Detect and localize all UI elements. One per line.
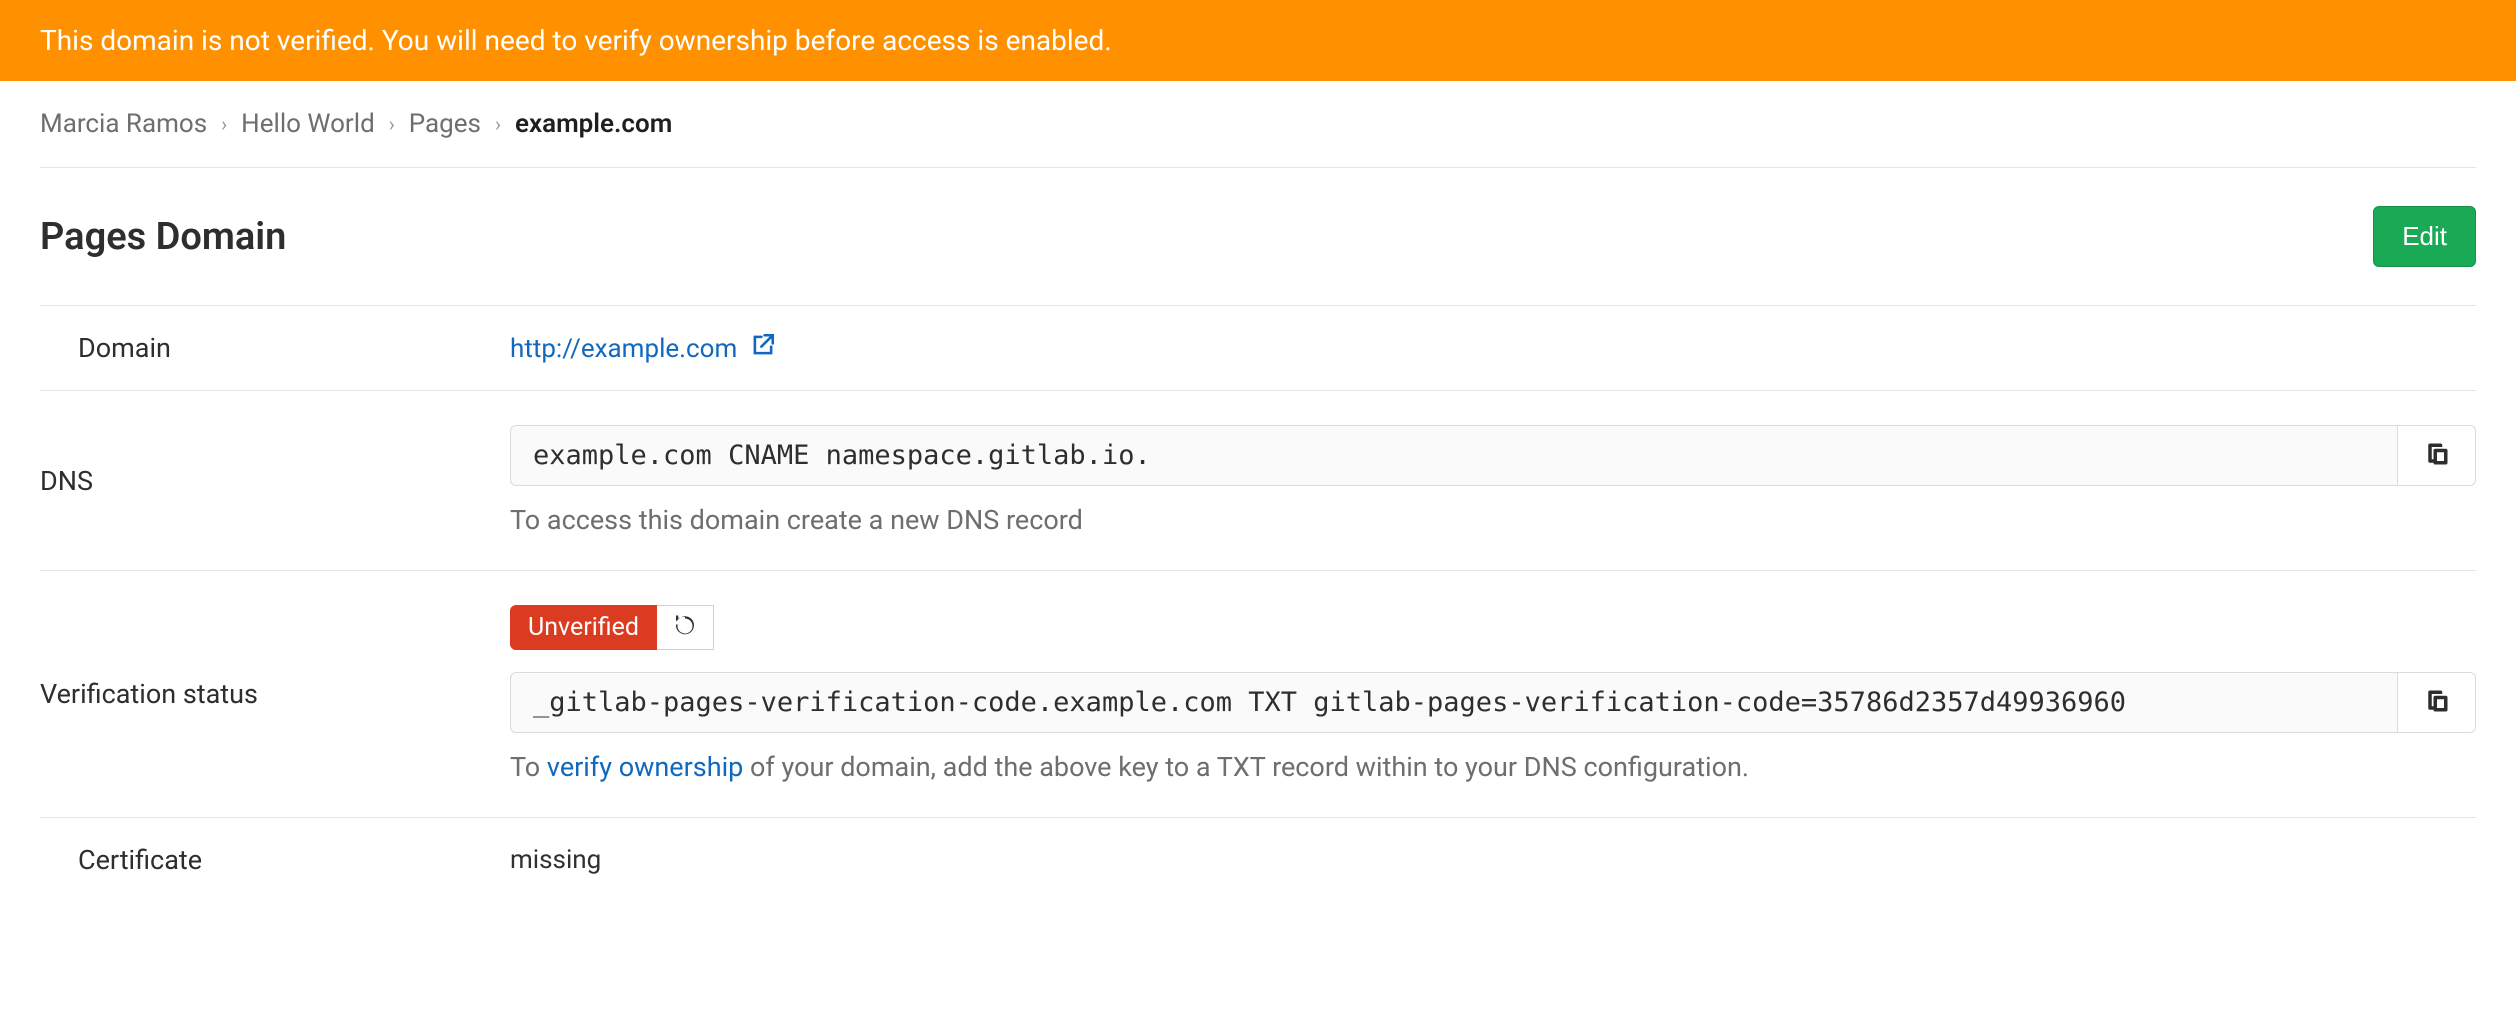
copy-icon bbox=[2423, 440, 2451, 471]
retry-icon bbox=[673, 614, 697, 641]
page-header: Pages Domain Edit bbox=[40, 168, 2476, 306]
breadcrumb-link[interactable]: Pages bbox=[409, 109, 481, 139]
domain-label: Domain bbox=[40, 306, 510, 391]
alert-banner: This domain is not verified. You will ne… bbox=[0, 0, 2516, 81]
chevron-right-icon: › bbox=[389, 112, 395, 136]
dns-record-box[interactable]: example.com CNAME namespace.gitlab.io. bbox=[510, 425, 2398, 486]
breadcrumb-current: example.com bbox=[515, 109, 672, 139]
row-verification: Verification status Unverified bbox=[40, 571, 2476, 818]
retry-verification-button[interactable] bbox=[657, 605, 714, 650]
breadcrumb: Marcia Ramos › Hello World › Pages › exa… bbox=[40, 81, 2476, 168]
chevron-right-icon: › bbox=[495, 112, 501, 136]
dns-help-text: To access this domain create a new DNS r… bbox=[510, 504, 2476, 536]
verify-ownership-link[interactable]: verify ownership bbox=[547, 751, 743, 783]
verification-record-group: _gitlab-pages-verification-code.example.… bbox=[510, 672, 2476, 733]
edit-button[interactable]: Edit bbox=[2373, 206, 2476, 267]
unverified-badge: Unverified bbox=[510, 605, 657, 650]
certificate-label: Certificate bbox=[40, 818, 510, 903]
verification-help-text: To verify ownership of your domain, add … bbox=[510, 751, 2476, 783]
details-table: Domain http://example.com DNS bbox=[40, 306, 2476, 902]
row-domain: Domain http://example.com bbox=[40, 306, 2476, 391]
copy-dns-button[interactable] bbox=[2398, 425, 2476, 486]
dns-record-group: example.com CNAME namespace.gitlab.io. bbox=[510, 425, 2476, 486]
page-title: Pages Domain bbox=[40, 215, 286, 259]
verification-label: Verification status bbox=[40, 571, 510, 818]
breadcrumb-link[interactable]: Hello World bbox=[241, 109, 375, 139]
external-link-icon bbox=[750, 332, 776, 358]
alert-text: This domain is not verified. You will ne… bbox=[40, 24, 1112, 57]
domain-link[interactable]: http://example.com bbox=[510, 334, 776, 364]
breadcrumb-link[interactable]: Marcia Ramos bbox=[40, 109, 207, 139]
row-dns: DNS example.com CNAME namespace.gitlab.i… bbox=[40, 391, 2476, 571]
chevron-right-icon: › bbox=[221, 112, 227, 136]
verification-record-box[interactable]: _gitlab-pages-verification-code.example.… bbox=[510, 672, 2398, 733]
domain-url-text: http://example.com bbox=[510, 334, 737, 364]
verification-badge-group: Unverified bbox=[510, 605, 2476, 650]
dns-label: DNS bbox=[40, 391, 510, 571]
row-certificate: Certificate missing bbox=[40, 818, 2476, 903]
copy-icon bbox=[2423, 687, 2451, 718]
copy-verification-button[interactable] bbox=[2398, 672, 2476, 733]
certificate-value: missing bbox=[510, 818, 2476, 903]
